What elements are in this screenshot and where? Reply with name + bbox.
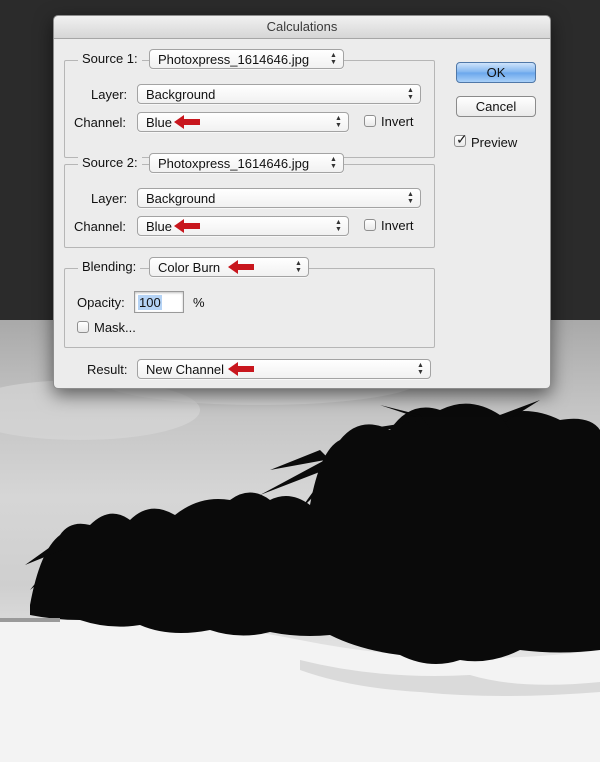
result-label: Result:	[87, 362, 128, 377]
source1-invert-checkbox[interactable]	[364, 115, 376, 127]
select-arrows-icon: ▲ ▼	[330, 156, 337, 170]
cancel-button[interactable]: Cancel	[456, 96, 536, 117]
red-arrow-annotation-icon	[174, 219, 200, 233]
opacity-percent: %	[193, 295, 205, 310]
source2-layer-value: Background	[146, 191, 216, 206]
source2-file-value: Photoxpress_1614646.jpg	[158, 156, 310, 171]
ok-button[interactable]: OK	[456, 62, 536, 83]
preview-checkbox[interactable]: ✓	[454, 131, 468, 147]
select-arrows-icon: ▲ ▼	[295, 260, 302, 274]
mask-checkbox[interactable]	[77, 321, 89, 333]
result-value: New Channel	[146, 362, 225, 377]
source1-channel-select[interactable]: Blue ▲ ▼	[137, 112, 349, 132]
source2-channel-label: Channel:	[74, 219, 127, 234]
dialog-title: Calculations	[54, 16, 550, 39]
source1-file-value: Photoxpress_1614646.jpg	[158, 52, 310, 67]
source1-invert-label: Invert	[381, 114, 414, 129]
source1-group	[64, 60, 435, 158]
source2-layer-label: Layer:	[91, 191, 128, 206]
select-arrows-icon: ▲ ▼	[335, 219, 342, 233]
source2-file-select[interactable]: Photoxpress_1614646.jpg ▲ ▼	[149, 153, 344, 173]
source1-layer-select[interactable]: Background ▲ ▼	[137, 84, 421, 104]
select-arrows-icon: ▲ ▼	[335, 115, 342, 129]
source2-invert-label: Invert	[381, 218, 414, 233]
select-arrows-icon: ▲ ▼	[417, 362, 424, 376]
red-arrow-annotation-icon	[174, 115, 200, 129]
opacity-input[interactable]: 100	[134, 291, 184, 313]
source2-channel-select[interactable]: Blue ▲ ▼	[137, 216, 349, 236]
select-arrows-icon: ▲ ▼	[330, 52, 337, 66]
source2-layer-select[interactable]: Background ▲ ▼	[137, 188, 421, 208]
calculations-dialog: Calculations Source 1: Photoxpress_16146…	[53, 15, 551, 389]
source1-channel-label: Channel:	[74, 115, 127, 130]
select-arrows-icon: ▲ ▼	[407, 87, 414, 101]
red-arrow-annotation-icon	[228, 260, 254, 274]
blending-label: Blending:	[82, 259, 137, 274]
opacity-label: Opacity:	[77, 295, 125, 310]
source1-layer-value: Background	[146, 87, 216, 102]
opacity-value: 100	[138, 295, 162, 310]
checkmark-icon: ✓	[456, 131, 468, 147]
blending-mode-value: Color Burn	[158, 260, 221, 275]
source1-file-select[interactable]: Photoxpress_1614646.jpg ▲ ▼	[149, 49, 344, 69]
preview-label: Preview	[471, 135, 518, 150]
red-arrow-annotation-icon	[228, 362, 254, 376]
source2-channel-value: Blue	[146, 219, 173, 234]
select-arrows-icon: ▲ ▼	[407, 191, 414, 205]
result-select[interactable]: New Channel ▲ ▼	[137, 359, 431, 379]
source2-invert-checkbox[interactable]	[364, 219, 376, 231]
source1-layer-label: Layer:	[91, 87, 128, 102]
source1-label: Source 1:	[82, 51, 138, 66]
mask-label: Mask...	[94, 320, 136, 335]
source2-label: Source 2:	[82, 155, 138, 170]
source1-channel-value: Blue	[146, 115, 173, 130]
